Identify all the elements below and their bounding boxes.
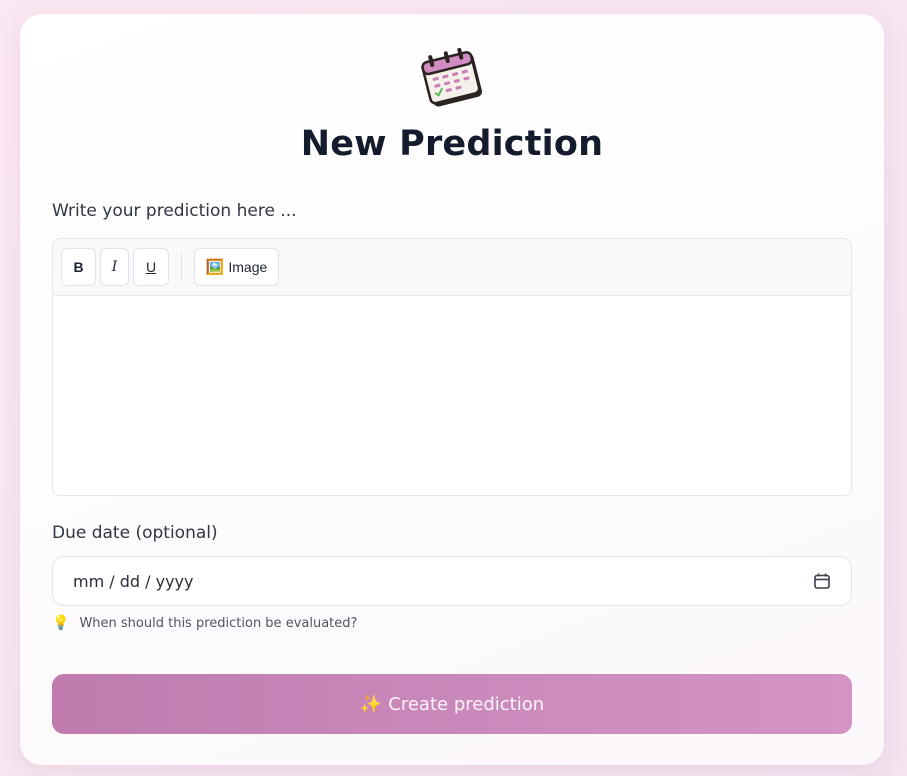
bold-button[interactable]: B [61,248,96,286]
sparkles-icon: ✨ [359,693,383,715]
insert-image-label: Image [228,259,268,275]
calendar-picker-icon[interactable] [813,572,831,590]
prediction-text-area[interactable] [53,296,851,495]
create-prediction-button[interactable]: ✨ Create prediction [52,674,852,734]
insert-image-button[interactable]: 🖼️ Image [194,248,279,286]
image-icon: 🖼️ [205,259,225,276]
calendar-icon [421,47,483,107]
prediction-card: New Prediction Write your prediction her… [20,14,884,765]
toolbar-divider [181,252,182,282]
editor-toolbar: B I U 🖼️ Image [53,239,851,296]
due-date-hint-text: When should this prediction be evaluated… [79,615,358,631]
page-title: New Prediction [300,124,604,164]
prediction-editor: B I U 🖼️ Image [52,238,852,496]
due-date-input[interactable]: mm / dd / yyyy [52,556,852,606]
lightbulb-icon: 💡 [52,615,70,631]
prediction-label: Write your prediction here ... [52,201,297,221]
underline-button[interactable]: U [133,248,169,286]
italic-button[interactable]: I [100,248,129,286]
due-date-placeholder: mm / dd / yyyy [73,571,194,591]
due-date-hint: 💡 When should this prediction be evaluat… [52,615,357,631]
create-prediction-label: Create prediction [388,693,545,715]
due-date-label: Due date (optional) [52,523,218,543]
